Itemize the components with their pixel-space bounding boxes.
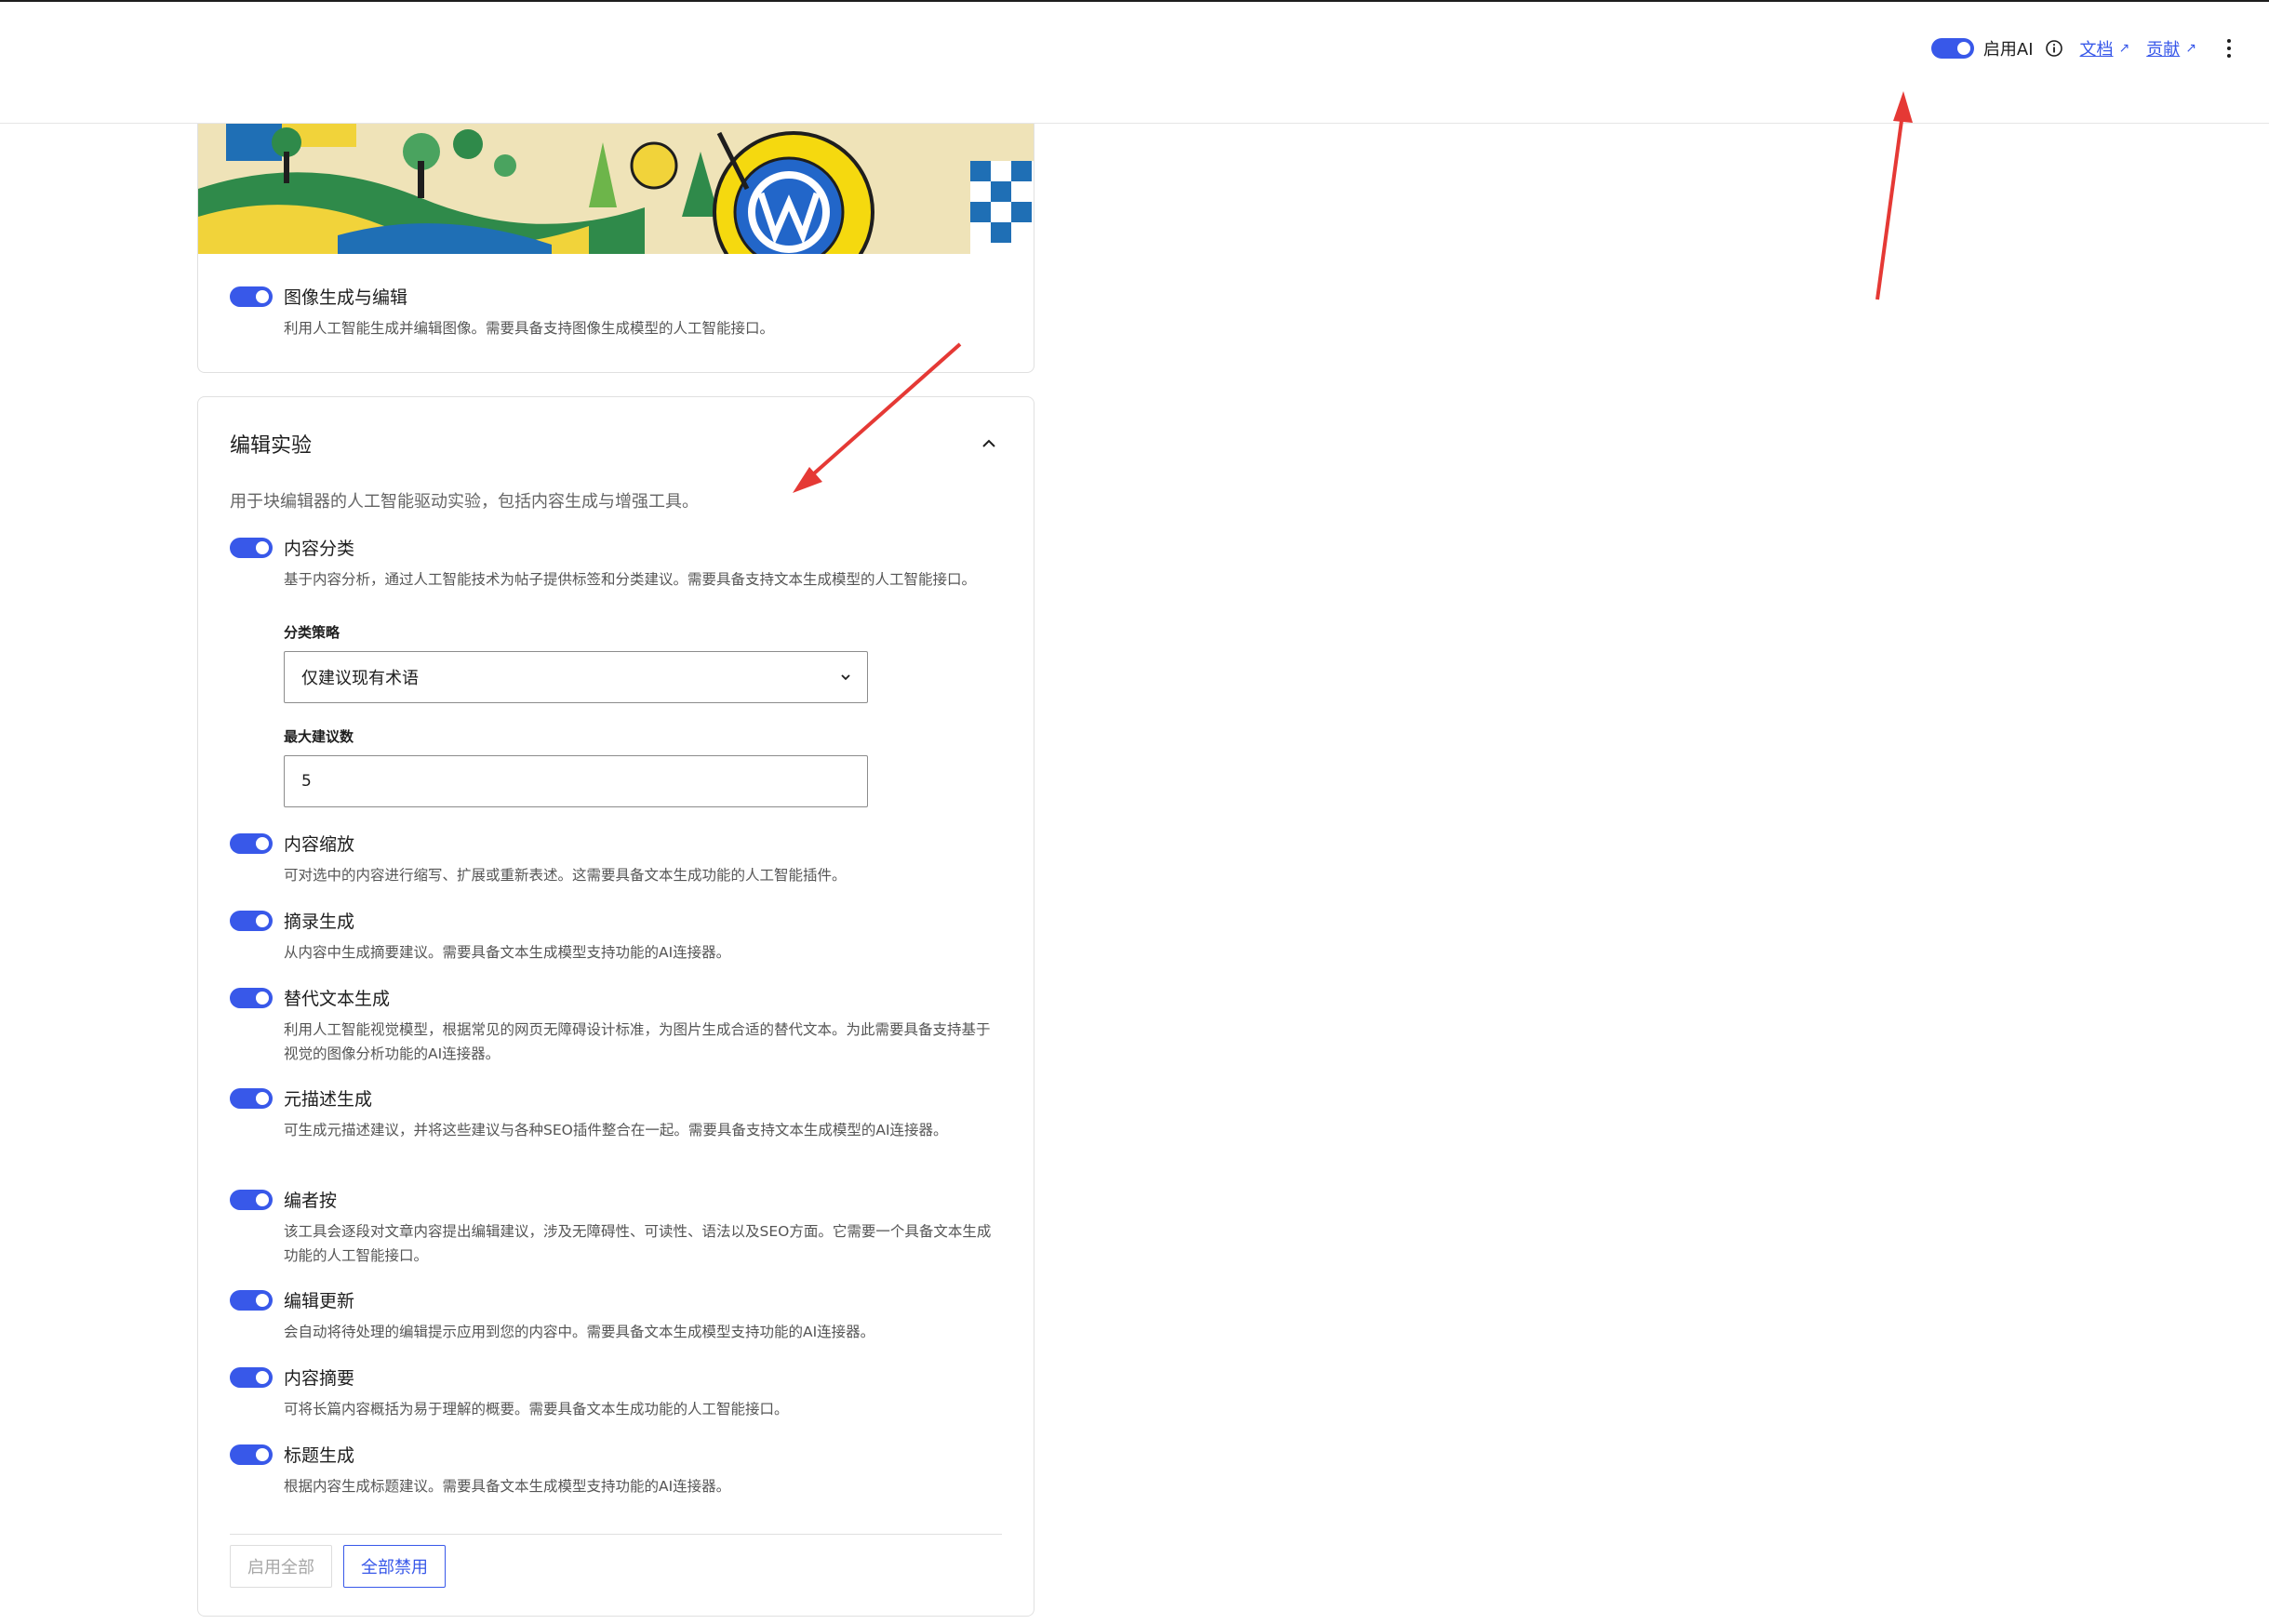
editors-note-toggle[interactable] <box>230 1189 273 1210</box>
feature-alt-text-generation: 替代文本生成 利用人工智能视觉模型，根据常见的网页无障碍设计标准，为图片生成合适… <box>230 985 1000 1066</box>
edit-updates-toggle[interactable] <box>230 1289 273 1311</box>
image-experiment-card: 图像生成与编辑 利用人工智能生成并编辑图像。需要具备支持图像生成模型的人工智能接… <box>197 124 1034 373</box>
contribute-link[interactable]: 贡献 <box>2146 36 2180 60</box>
docs-link[interactable]: 文档 <box>2080 36 2114 60</box>
feature-title: 内容分类 <box>284 539 355 559</box>
feature-content-resize: 内容缩放 可对选中的内容进行缩写、扩展或重新表述。这需要具备文本生成功能的人工智… <box>230 831 1000 887</box>
max-suggestions-label: 最大建议数 <box>284 728 354 745</box>
enable-all-button[interactable]: 启用全部 <box>230 1545 332 1588</box>
info-icon[interactable] <box>2045 39 2063 58</box>
enable-ai-toggle[interactable] <box>1930 38 1974 59</box>
feature-description: 基于内容分析，通过人工智能技术为帖子提供标签和分类建议。需要具备支持文本生成模型… <box>284 571 977 588</box>
feature-description: 可生成元描述建议，并将这些建议与各种SEO插件整合在一起。需要具备支持文本生成模… <box>284 1122 948 1138</box>
experiment-banner-image <box>198 124 1034 254</box>
feature-description: 该工具会逐段对文章内容提出编辑建议，涉及无障碍性、可读性、语法以及SEO方面。它… <box>284 1223 992 1264</box>
strategy-label: 分类策略 <box>284 624 340 641</box>
feature-description: 从内容中生成摘要建议。需要具备文本生成模型支持功能的AI连接器。 <box>284 944 731 961</box>
editor-experiments-card: 编辑实验 用于块编辑器的人工智能驱动实验，包括内容生成与增强工具。 内容分类 基… <box>197 396 1034 1617</box>
external-link-icon: ↗ <box>2118 41 2130 56</box>
top-header: 启用AI 文档 ↗ 贡献 ↗ <box>0 2 2269 124</box>
feature-title: 摘录生成 <box>284 912 355 932</box>
chevron-down-icon <box>841 674 850 681</box>
content-classification-toggle[interactable] <box>230 537 273 558</box>
content-resize-toggle[interactable] <box>230 832 273 854</box>
feature-description: 会自动将待处理的编辑提示应用到您的内容中。需要具备文本生成模型支持功能的AI连接… <box>284 1324 875 1340</box>
feature-description: 利用人工智能生成并编辑图像。需要具备支持图像生成模型的人工智能接口。 <box>284 320 775 337</box>
feature-description: 根据内容生成标题建议。需要具备文本生成模型支持功能的AI连接器。 <box>284 1478 731 1495</box>
feature-title: 内容摘要 <box>284 1368 355 1389</box>
chevron-up-icon[interactable] <box>981 436 996 451</box>
section-intro: 用于块编辑器的人工智能驱动实验，包括内容生成与增强工具。 <box>230 492 699 512</box>
feature-title: 标题生成 <box>284 1445 355 1466</box>
feature-title: 编辑更新 <box>284 1291 355 1311</box>
feature-title: 内容缩放 <box>284 834 355 855</box>
feature-content-summary: 内容摘要 可将长篇内容概括为易于理解的概要。需要具备文本生成功能的人工智能接口。 <box>230 1364 1000 1421</box>
feature-editors-note: 编者按 该工具会逐段对文章内容提出编辑建议，涉及无障碍性、可读性、语法以及SEO… <box>230 1187 1000 1268</box>
more-options-icon[interactable] <box>2226 39 2232 58</box>
excerpt-generation-toggle[interactable] <box>230 910 273 931</box>
divider <box>230 1534 1002 1535</box>
max-suggestions-input[interactable]: 5 <box>284 755 868 807</box>
feature-title: 元描述生成 <box>284 1089 373 1110</box>
feature-image-generation: 图像生成与编辑 利用人工智能生成并编辑图像。需要具备支持图像生成模型的人工智能接… <box>230 284 1000 340</box>
image-generation-toggle[interactable] <box>230 286 273 307</box>
feature-title: 替代文本生成 <box>284 989 391 1009</box>
strategy-select[interactable]: 仅建议现有术语 <box>284 651 868 703</box>
header-actions: 启用AI 文档 ↗ 贡献 ↗ <box>1930 30 2232 67</box>
section-title: 编辑实验 <box>230 434 313 458</box>
strategy-select-value: 仅建议现有术语 <box>301 669 419 688</box>
feature-meta-description: 元描述生成 可生成元描述建议，并将这些建议与各种SEO插件整合在一起。需要具备支… <box>230 1085 1000 1142</box>
feature-description: 利用人工智能视觉模型，根据常见的网页无障碍设计标准，为图片生成合适的替代文本。为… <box>284 1021 991 1062</box>
meta-description-toggle[interactable] <box>230 1087 273 1109</box>
max-suggestions-value: 5 <box>301 772 312 791</box>
annotation-arrow-header <box>1875 106 1905 300</box>
external-link-icon: ↗ <box>2185 41 2196 56</box>
feature-excerpt-generation: 摘录生成 从内容中生成摘要建议。需要具备文本生成模型支持功能的AI连接器。 <box>230 908 1000 965</box>
enable-ai-label: 启用AI <box>1982 40 2034 60</box>
feature-title: 图像生成与编辑 <box>284 287 408 308</box>
feature-description: 可将长篇内容概括为易于理解的概要。需要具备文本生成功能的人工智能接口。 <box>284 1401 789 1418</box>
feature-title: 编者按 <box>284 1191 338 1211</box>
feature-edit-updates: 编辑更新 会自动将待处理的编辑提示应用到您的内容中。需要具备文本生成模型支持功能… <box>230 1287 1000 1344</box>
alt-text-generation-toggle[interactable] <box>230 987 273 1008</box>
title-generation-toggle[interactable] <box>230 1444 273 1465</box>
feature-description: 可对选中的内容进行缩写、扩展或重新表述。这需要具备文本生成功能的人工智能插件。 <box>284 867 847 884</box>
feature-content-classification: 内容分类 基于内容分析，通过人工智能技术为帖子提供标签和分类建议。需要具备支持文… <box>230 535 1000 592</box>
content-summary-toggle[interactable] <box>230 1366 273 1388</box>
disable-all-button[interactable]: 全部禁用 <box>343 1545 446 1588</box>
feature-title-generation: 标题生成 根据内容生成标题建议。需要具备文本生成模型支持功能的AI连接器。 <box>230 1442 1000 1498</box>
